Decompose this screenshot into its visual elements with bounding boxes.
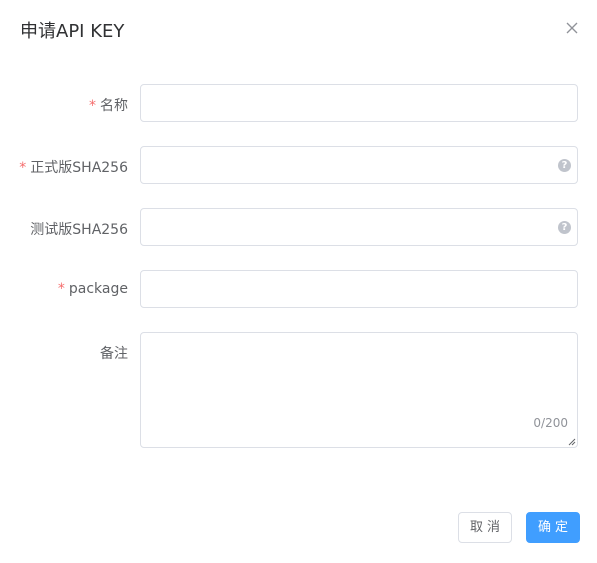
close-icon xyxy=(566,22,578,34)
package-input[interactable] xyxy=(141,271,577,307)
test-sha256-input[interactable] xyxy=(141,209,577,245)
name-input[interactable] xyxy=(141,85,577,121)
dialog-title: 申请API KEY xyxy=(20,21,125,42)
test-sha256-label: 测试版SHA256 xyxy=(30,219,128,239)
question-circle-icon[interactable]: ? xyxy=(558,159,571,172)
release-sha256-input-wrapper: ? xyxy=(140,146,578,184)
apply-api-key-dialog: 申请API KEY * 名称 * 正式版SHA256 ? 测试版SHA256 ?… xyxy=(0,0,597,563)
release-sha256-label: * 正式版SHA256 xyxy=(19,157,128,177)
package-label: * package xyxy=(58,281,128,297)
release-sha256-input[interactable] xyxy=(141,147,577,183)
package-label-text: package xyxy=(68,281,128,297)
required-mark: * xyxy=(19,160,27,176)
remark-textarea-wrapper: 0/200 xyxy=(140,332,578,448)
remark-label-text: 备注 xyxy=(100,346,128,362)
required-mark: * xyxy=(89,98,96,114)
test-sha256-label-text: 测试版SHA256 xyxy=(30,222,128,238)
confirm-button[interactable]: 确定 xyxy=(526,512,580,543)
name-label: * 名称 xyxy=(89,95,128,115)
required-mark: * xyxy=(57,281,65,297)
test-sha256-input-wrapper: ? xyxy=(140,208,578,246)
resize-handle-icon[interactable] xyxy=(568,438,576,446)
remark-textarea[interactable] xyxy=(141,333,577,447)
remark-label: 备注 xyxy=(100,343,128,363)
word-count: 0/200 xyxy=(533,416,568,430)
question-circle-icon[interactable]: ? xyxy=(558,221,571,234)
name-input-wrapper xyxy=(140,84,578,122)
name-label-text: 名称 xyxy=(100,98,128,114)
cancel-button[interactable]: 取消 xyxy=(458,512,512,543)
package-input-wrapper xyxy=(140,270,578,308)
release-sha256-label-text: 正式版SHA256 xyxy=(30,160,128,176)
close-button[interactable] xyxy=(562,18,582,38)
